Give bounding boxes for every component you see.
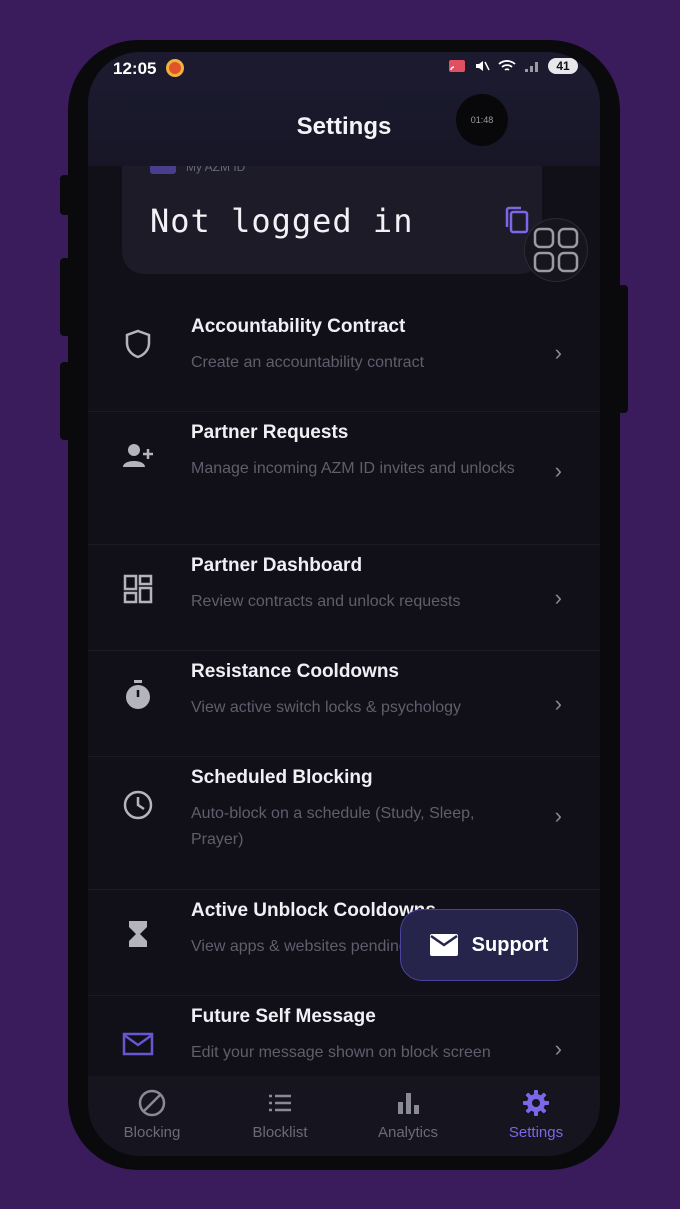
nav-analytics[interactable]: Analytics [353,1088,463,1141]
timer-bubble[interactable]: 01:48 [456,94,508,146]
shield-icon [125,329,151,359]
battery-indicator: 41 [548,58,578,74]
settings-item-title: Active Unblock Cooldowns [191,900,436,921]
settings-item-title: Accountability Contract [191,316,406,337]
block-icon [138,1089,166,1117]
chevron-right-icon: › [554,458,562,483]
mute-icon [476,61,490,71]
settings-item-title: Resistance Cooldowns [191,661,399,682]
chevron-right-icon: › [554,1036,562,1061]
nav-settings[interactable]: Settings [481,1088,591,1141]
nav-blocklist[interactable]: Blocklist [225,1088,335,1141]
nav-label: Analytics [377,1124,439,1141]
person-add-icon [123,444,153,467]
app-grid-button[interactable] [524,218,588,282]
settings-item-subtitle: View active switch locks & psychology [191,699,462,716]
settings-item-scheduled-blocking[interactable]: Scheduled Blocking Auto-block on a sched… [88,757,600,890]
settings-item-subtitle: Auto-block on a schedule (Study, Sleep, … [191,805,475,848]
nav-label: Settings [508,1124,564,1141]
chevron-right-icon: › [554,803,562,828]
hourglass-icon [129,921,147,947]
settings-item-subtitle: Edit your message shown on block screen [191,1044,491,1061]
wifi-icon [498,60,516,71]
settings-item-title: Partner Requests [191,422,349,443]
settings-item-subtitle: Manage incoming AZM ID invites and unloc… [191,460,515,477]
signal-icon [525,62,538,72]
status-time: 12:05 [113,59,157,78]
azm-id-value: Not logged in [150,202,414,240]
id-card-icon [150,166,176,174]
settings-item-title: Partner Dashboard [191,555,363,576]
nav-label: Blocklist [252,1124,308,1141]
settings-item-partner-dashboard[interactable]: Partner Dashboard Review contracts and u… [88,545,600,651]
status-bar: 12:05 41 [88,52,600,86]
settings-item-subtitle: Create an accountability contract [191,354,425,371]
chevron-right-icon: › [554,691,562,716]
notification-icon [166,59,184,77]
cast-icon [449,60,465,72]
mail-icon [122,1032,154,1056]
list-icon [269,1094,291,1112]
chevron-right-icon: › [554,340,562,365]
phone-side-button [60,175,70,215]
stopwatch-icon [126,680,150,709]
phone-side-button [60,362,70,440]
support-button[interactable]: Support [400,909,578,981]
bar-chart-icon [398,1093,419,1114]
copy-icon[interactable] [502,204,532,236]
phone-side-button [60,258,70,336]
settings-item-resistance-cooldowns[interactable]: Resistance Cooldowns View active switch … [88,651,600,757]
phone-screen: 12:05 41 Settings 01:48 My AZM ID Not lo… [88,52,600,1156]
id-card-label: My AZM ID [186,166,246,174]
settings-item-subtitle: Review contracts and unlock requests [191,593,461,610]
clock-icon [123,790,153,820]
grid-icon [533,227,579,273]
chevron-right-icon: › [554,585,562,610]
gear-icon [523,1090,549,1116]
phone-side-button [618,285,628,413]
settings-item-partner-requests[interactable]: Partner Requests Manage incoming AZM ID … [88,412,600,545]
support-button-label: Support [471,933,549,956]
settings-item-future-self-message[interactable]: Future Self Message Edit your message sh… [88,996,600,1076]
settings-item-title: Future Self Message [191,1006,376,1027]
azm-id-card: My AZM ID Not logged in [122,166,542,274]
settings-item-accountability-contract[interactable]: Accountability Contract Create an accoun… [88,306,600,412]
settings-item-title: Scheduled Blocking [191,767,373,788]
page-title: Settings [296,113,392,140]
dashboard-icon [123,574,153,604]
bottom-navigation: Blocking Blocklist Analytics Settings [88,1076,600,1156]
nav-label: Blocking [123,1124,181,1141]
nav-blocking[interactable]: Blocking [97,1088,207,1141]
mail-icon [429,934,458,956]
